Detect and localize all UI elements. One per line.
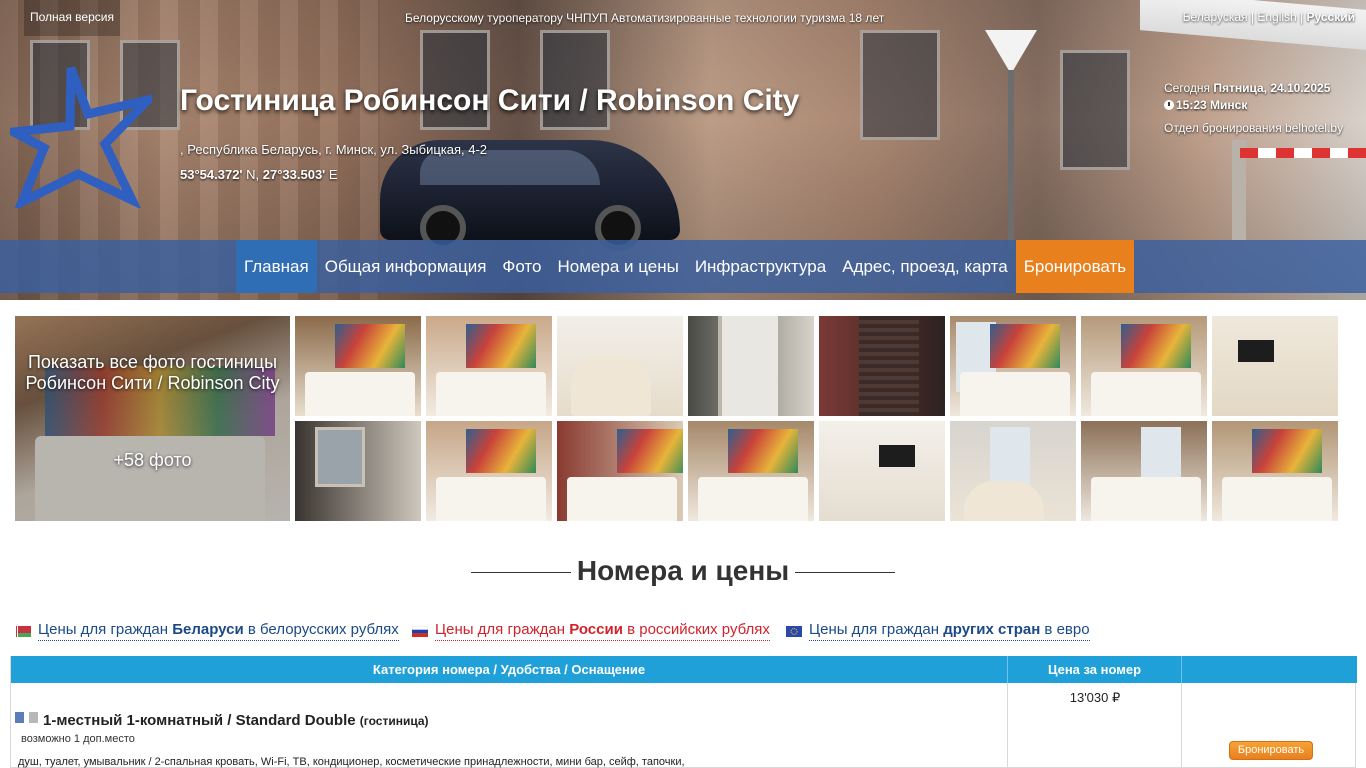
- book-room-button[interactable]: Бронировать: [1229, 741, 1313, 760]
- date-time-box: Сегодня Пятница, 24.10.2025 15:23 Минск …: [1164, 80, 1343, 137]
- more-photos-count: +58 фото: [113, 450, 192, 470]
- nav-rooms-prices[interactable]: Номера и цены: [549, 240, 686, 293]
- latitude-dir: N,: [242, 167, 263, 182]
- extra-guest-icon: [29, 712, 38, 723]
- tab-country: России: [569, 621, 623, 638]
- tab-country: Беларуси: [172, 621, 244, 638]
- lang-english-link[interactable]: English: [1257, 10, 1296, 24]
- hotel-title: Гостиница Робинсон Сити / Robinson City: [180, 84, 800, 117]
- gallery-thumb[interactable]: [295, 316, 421, 416]
- booking-bureau: Отдел бронирования belhotel.by: [1164, 121, 1344, 135]
- nav-general-info[interactable]: Общая информация: [317, 240, 495, 293]
- gallery-thumb[interactable]: [819, 421, 945, 521]
- nav-address-map[interactable]: Адрес, проезд, карта: [834, 240, 1016, 293]
- full-version-link[interactable]: Полная версия: [24, 0, 120, 36]
- clock-icon: [1164, 100, 1174, 110]
- rooms-section-title: Номера и цены: [0, 555, 1366, 587]
- rates-table: Категория номера / Удобства / Оснащение …: [10, 656, 1357, 768]
- tab-text: Цены для граждан: [38, 621, 173, 638]
- tab-currency: в белорусских рублях: [243, 621, 399, 638]
- language-switcher: Беларуская | English | Русский: [1183, 10, 1355, 24]
- photo-gallery: Показать все фото гостиницы Робинсон Сит…: [15, 316, 1345, 521]
- room-amenities: душ, туалет, умывальник / 2-спальная кро…: [18, 756, 685, 768]
- hero-window: [860, 30, 940, 140]
- gallery-thumb[interactable]: [688, 316, 814, 416]
- tab-currency: в российских рублях: [622, 621, 770, 638]
- room-type: (гостиница): [359, 714, 429, 728]
- lang-belarusian-link[interactable]: Беларуская: [1183, 10, 1248, 24]
- guest-icon: [15, 712, 24, 723]
- gallery-thumb[interactable]: [1212, 316, 1338, 416]
- room-name-text: 1-местный 1-комнатный / Standard Double: [43, 712, 356, 729]
- hero-window: [1060, 50, 1130, 170]
- gallery-thumb[interactable]: [1081, 316, 1207, 416]
- tab-country: других стран: [943, 621, 1041, 638]
- russia-flag-icon: [412, 626, 428, 637]
- current-date: Пятница, 24.10.2025: [1213, 81, 1331, 95]
- longitude-dir: E: [325, 167, 338, 182]
- star-logo-icon[interactable]: [10, 62, 152, 208]
- lang-russian-current: Русский: [1306, 10, 1356, 24]
- gallery-overlay: [15, 316, 290, 521]
- column-action: [1182, 656, 1357, 683]
- tab-text: Цены для граждан: [809, 621, 944, 638]
- eu-flag-icon: [786, 626, 802, 637]
- gallery-thumb[interactable]: [688, 421, 814, 521]
- room-extra-bed: возможно 1 доп.место: [21, 733, 135, 745]
- gallery-thumb[interactable]: [295, 421, 421, 521]
- nav-book[interactable]: Бронировать: [1015, 240, 1135, 293]
- parking-barrier: [1240, 148, 1366, 158]
- hotel-address: , Республика Беларусь, г. Минск, ул. Зыб…: [180, 142, 488, 157]
- longitude-value: 27°33.503': [262, 167, 326, 182]
- gallery-thumb[interactable]: [1081, 421, 1207, 521]
- rooms-title-text: Номера и цены: [576, 555, 790, 586]
- announcement-text: Белорусскому туроператору ЧНПУП Автомати…: [405, 11, 885, 25]
- column-price: Цена за номер: [1008, 656, 1182, 683]
- title-line: [795, 572, 896, 574]
- today-label: Сегодня: [1164, 81, 1214, 95]
- current-time: 15:23 Минск: [1176, 98, 1248, 112]
- lang-separator: |: [1247, 10, 1258, 24]
- tab-text: Цены для граждан: [435, 621, 570, 638]
- hotel-coordinates: 53°54.372' N, 27°33.503' E: [180, 167, 338, 182]
- gallery-thumb[interactable]: [1212, 421, 1338, 521]
- gallery-show-all[interactable]: Показать все фото гостиницы Робинсон Сит…: [15, 316, 290, 521]
- lang-separator: |: [1296, 10, 1307, 24]
- gallery-thumb[interactable]: [950, 316, 1076, 416]
- room-price: 13'030 ₽: [1069, 690, 1121, 705]
- column-category: Категория номера / Удобства / Оснащение: [11, 656, 1008, 683]
- top-bar: Полная версия Белорусскому туроператору …: [0, 0, 1366, 36]
- nav-photo[interactable]: Фото: [494, 240, 549, 293]
- nav-infrastructure[interactable]: Инфраструктура: [687, 240, 834, 293]
- nav-home[interactable]: Главная: [236, 240, 317, 293]
- tab-currency: в евро: [1040, 621, 1090, 638]
- main-nav: Главная Общая информация Фото Номера и ц…: [236, 240, 1135, 293]
- belarus-flag-icon: [15, 626, 31, 637]
- sign-pole: [1008, 70, 1014, 250]
- gallery-thumb[interactable]: [426, 316, 552, 416]
- gallery-thumb[interactable]: [557, 316, 683, 416]
- title-line: [470, 572, 571, 574]
- gallery-thumb[interactable]: [426, 421, 552, 521]
- gallery-thumb[interactable]: [557, 421, 683, 521]
- gallery-thumb[interactable]: [819, 316, 945, 416]
- main-navbar: Главная Общая информация Фото Номера и ц…: [0, 240, 1366, 293]
- room-name[interactable]: 1-местный 1-комнатный / Standard Double …: [43, 712, 429, 729]
- gallery-thumb[interactable]: [950, 421, 1076, 521]
- road-sign: [985, 30, 1037, 74]
- rates-table-header: Категория номера / Удобства / Оснащение …: [11, 656, 1357, 683]
- show-all-photos-text: Показать все фото гостиницы Робинсон Сит…: [25, 352, 280, 393]
- latitude-value: 53°54.372': [180, 167, 243, 182]
